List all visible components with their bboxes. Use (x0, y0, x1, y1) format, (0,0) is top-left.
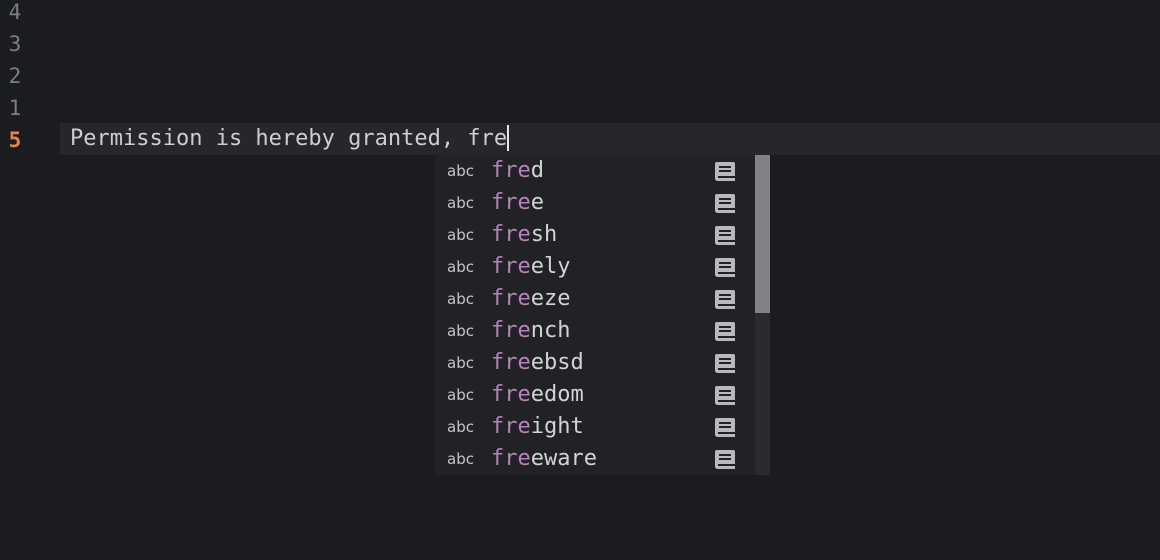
completion-rest: d (530, 158, 544, 183)
editor[interactable]: 4 3 2 1 5 Permission is hereby granted, … (0, 0, 1160, 560)
completion-match: fre (491, 382, 531, 407)
completion-kind-label: abc (447, 322, 474, 340)
completion-match: fre (491, 286, 531, 311)
completion-word: freeware (491, 443, 597, 475)
completion-rest: e (530, 190, 544, 215)
completion-item[interactable]: abc freely (435, 251, 755, 283)
completion-item[interactable]: abc free (435, 187, 755, 219)
completion-kind-label: abc (447, 290, 474, 308)
completion-match: fre (491, 414, 531, 439)
completion-word: freedom (491, 379, 584, 411)
completion-kind-label: abc (447, 386, 474, 404)
book-icon (715, 450, 735, 469)
completion-match: fre (491, 318, 531, 343)
book-icon (715, 226, 735, 245)
completion-match: fre (491, 190, 531, 215)
completion-match: fre (491, 158, 531, 183)
book-icon (715, 386, 735, 405)
completion-word: fresh (491, 219, 557, 251)
line-text-content: Permission is hereby granted, fre (70, 126, 508, 151)
completion-item[interactable]: abc freedom (435, 379, 755, 411)
completion-item[interactable]: abc freebsd (435, 347, 755, 379)
completion-word: french (491, 315, 571, 347)
current-line-number: 5 (8, 128, 22, 152)
current-line-text[interactable]: Permission is hereby granted, fre (70, 123, 510, 155)
completion-word: freebsd (491, 347, 584, 379)
completion-item[interactable]: abc fresh (435, 219, 755, 251)
completion-kind-label: abc (447, 258, 474, 276)
completion-rest: eware (530, 446, 597, 471)
book-icon (715, 418, 735, 437)
completion-word: free (491, 187, 544, 219)
line-number: 1 (8, 96, 22, 120)
completion-item[interactable]: abc fred (435, 155, 755, 187)
book-icon (715, 322, 735, 341)
completion-match: fre (491, 222, 531, 247)
completion-rest: nch (530, 318, 571, 343)
completion-item[interactable]: abc freeze (435, 283, 755, 315)
completion-match: fre (491, 254, 531, 279)
completion-item[interactable]: abc french (435, 315, 755, 347)
completion-rest: ebsd (530, 350, 584, 375)
completion-kind-label: abc (447, 354, 474, 372)
line-number: 4 (8, 0, 22, 24)
autocomplete-popup[interactable]: abc fred abc free abc fresh abc freely a… (435, 155, 770, 475)
completion-word: freeze (491, 283, 571, 315)
completion-match: fre (491, 446, 531, 471)
completion-rest: edom (530, 382, 584, 407)
completion-match: fre (491, 350, 531, 375)
line-number: 3 (8, 32, 22, 56)
completion-word: freely (491, 251, 571, 283)
scrollbar-thumb[interactable] (755, 155, 770, 313)
completion-rest: ely (530, 254, 571, 279)
completion-item[interactable]: abc freeware (435, 443, 755, 475)
book-icon (715, 258, 735, 277)
completion-rest: eze (530, 286, 571, 311)
completion-kind-label: abc (447, 450, 474, 468)
book-icon (715, 194, 735, 213)
completion-rest: ight (530, 414, 584, 439)
book-icon (715, 354, 735, 373)
book-icon (715, 290, 735, 309)
completion-kind-label: abc (447, 194, 474, 212)
completion-rest: sh (530, 222, 558, 247)
completion-kind-label: abc (447, 418, 474, 436)
line-number: 2 (8, 64, 22, 88)
book-icon (715, 162, 735, 181)
completion-word: freight (491, 411, 584, 443)
completion-kind-label: abc (447, 226, 474, 244)
completion-kind-label: abc (447, 162, 474, 180)
text-cursor (507, 125, 510, 151)
completion-word: fred (491, 155, 544, 187)
completion-item[interactable]: abc freight (435, 411, 755, 443)
